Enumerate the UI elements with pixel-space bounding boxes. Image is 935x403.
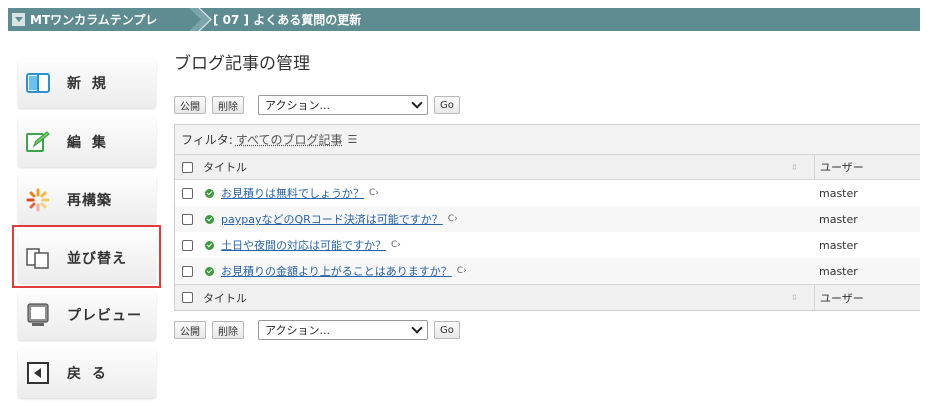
published-status-icon — [205, 266, 214, 276]
row-checkbox[interactable] — [182, 187, 193, 199]
back-button[interactable]: 戻 る — [18, 348, 156, 398]
filter-value-link[interactable]: すべてのブログ記事 — [236, 131, 343, 148]
edit-pen-icon — [25, 129, 51, 155]
table-footer: タイトル ⇳ ユーザー — [175, 284, 920, 310]
entry-title-link[interactable]: paypayなどのQRコード決済は可能ですか？ — [221, 211, 443, 227]
highlight-frame — [12, 225, 161, 288]
entries-table: フィルタ: すべてのブログ記事 ☰ タイトル ⇳ ユーザー お見積りは無料でしょ… — [174, 124, 920, 311]
title-column-header[interactable]: タイトル — [203, 159, 823, 175]
publish-button[interactable]: 公開 — [174, 96, 206, 114]
rebuild-button[interactable]: 再構築 — [18, 175, 156, 225]
loading-spinner-icon — [25, 187, 51, 213]
table-row: お見積りは無料でしょうか？ C› master — [175, 180, 920, 206]
published-status-icon — [205, 188, 214, 198]
entry-title-link[interactable]: お見積りの金額より上がることはありますか？ — [221, 263, 452, 279]
action-select-bottom[interactable]: アクション... — [258, 320, 428, 340]
filter-bar: フィルタ: すべてのブログ記事 ☰ — [175, 125, 920, 155]
preview-button-label: プレビュー — [67, 308, 142, 324]
edit-button-label: 編 集 — [67, 135, 109, 151]
view-entry-icon[interactable]: C› — [448, 214, 458, 224]
new-button[interactable]: 新 規 — [18, 58, 156, 108]
back-button-label: 戻 る — [67, 366, 109, 382]
delete-button-bottom[interactable]: 削除 — [212, 321, 244, 339]
view-entry-icon[interactable]: C› — [391, 240, 401, 250]
top-action-bar: 公開 削除 アクション... Go — [174, 95, 466, 115]
go-button-bottom[interactable]: Go — [434, 321, 460, 339]
view-entry-icon[interactable]: C› — [457, 266, 467, 276]
entry-user: master — [819, 186, 858, 200]
row-checkbox[interactable] — [182, 239, 193, 251]
select-all-checkbox[interactable] — [182, 161, 193, 173]
dropdown-arrow-icon[interactable] — [12, 13, 25, 26]
back-arrow-icon — [25, 360, 51, 386]
filter-label: フィルタ: — [181, 133, 233, 147]
entry-title-link[interactable]: 土日や夜間の対応は可能ですか？ — [221, 237, 386, 253]
row-checkbox[interactable] — [182, 265, 193, 277]
published-status-icon — [205, 214, 214, 224]
action-select-value: アクション... — [265, 99, 330, 112]
action-select-value: アクション... — [265, 324, 330, 337]
breadcrumb-bar: MTワンカラムテンプレ [ 07 ] よくある質問の更新 — [8, 8, 920, 31]
page-title: ブログ記事の管理 — [174, 54, 310, 74]
user-column-footer[interactable]: ユーザー — [814, 285, 864, 310]
delete-button[interactable]: 削除 — [212, 96, 244, 114]
breadcrumb-site-label[interactable]: MTワンカラムテンプレ — [30, 11, 157, 28]
chevron-down-icon — [411, 97, 423, 109]
table-row: paypayなどのQRコード決済は可能ですか？ C› master — [175, 206, 920, 232]
select-all-checkbox-footer[interactable] — [182, 292, 193, 303]
action-select[interactable]: アクション... — [258, 95, 428, 115]
breadcrumb-page: [ 07 ] よくある質問の更新 — [213, 13, 362, 27]
preview-button[interactable]: プレビュー — [18, 290, 156, 340]
breadcrumb-site[interactable]: MTワンカラムテンプレ — [8, 8, 157, 31]
rebuild-button-label: 再構築 — [67, 193, 112, 209]
entry-user: master — [819, 238, 858, 252]
go-button[interactable]: Go — [434, 96, 460, 114]
row-checkbox[interactable] — [182, 213, 193, 225]
table-row: 土日や夜間の対応は可能ですか？ C› master — [175, 232, 920, 258]
entry-user: master — [819, 212, 858, 226]
title-column-footer[interactable]: タイトル — [203, 290, 823, 306]
published-status-icon — [205, 240, 214, 250]
preview-monitor-icon — [25, 302, 51, 328]
sort-icon[interactable]: ⇳ — [791, 163, 798, 172]
window-icon — [25, 70, 51, 96]
list-icon[interactable]: ☰ — [348, 133, 358, 146]
user-column-header[interactable]: ユーザー — [814, 155, 864, 179]
entry-user: master — [819, 264, 858, 278]
entry-title-link[interactable]: お見積りは無料でしょうか？ — [221, 185, 364, 201]
sort-icon[interactable]: ⇳ — [791, 293, 798, 302]
table-row: お見積りの金額より上がることはありますか？ C› master — [175, 258, 920, 284]
table-header: タイトル ⇳ ユーザー — [175, 155, 920, 180]
bottom-action-bar: 公開 削除 アクション... Go — [174, 320, 466, 340]
new-button-label: 新 規 — [67, 76, 109, 92]
publish-button-bottom[interactable]: 公開 — [174, 321, 206, 339]
edit-button[interactable]: 編 集 — [18, 117, 156, 167]
view-entry-icon[interactable]: C› — [369, 188, 379, 198]
chevron-down-icon — [411, 322, 423, 334]
